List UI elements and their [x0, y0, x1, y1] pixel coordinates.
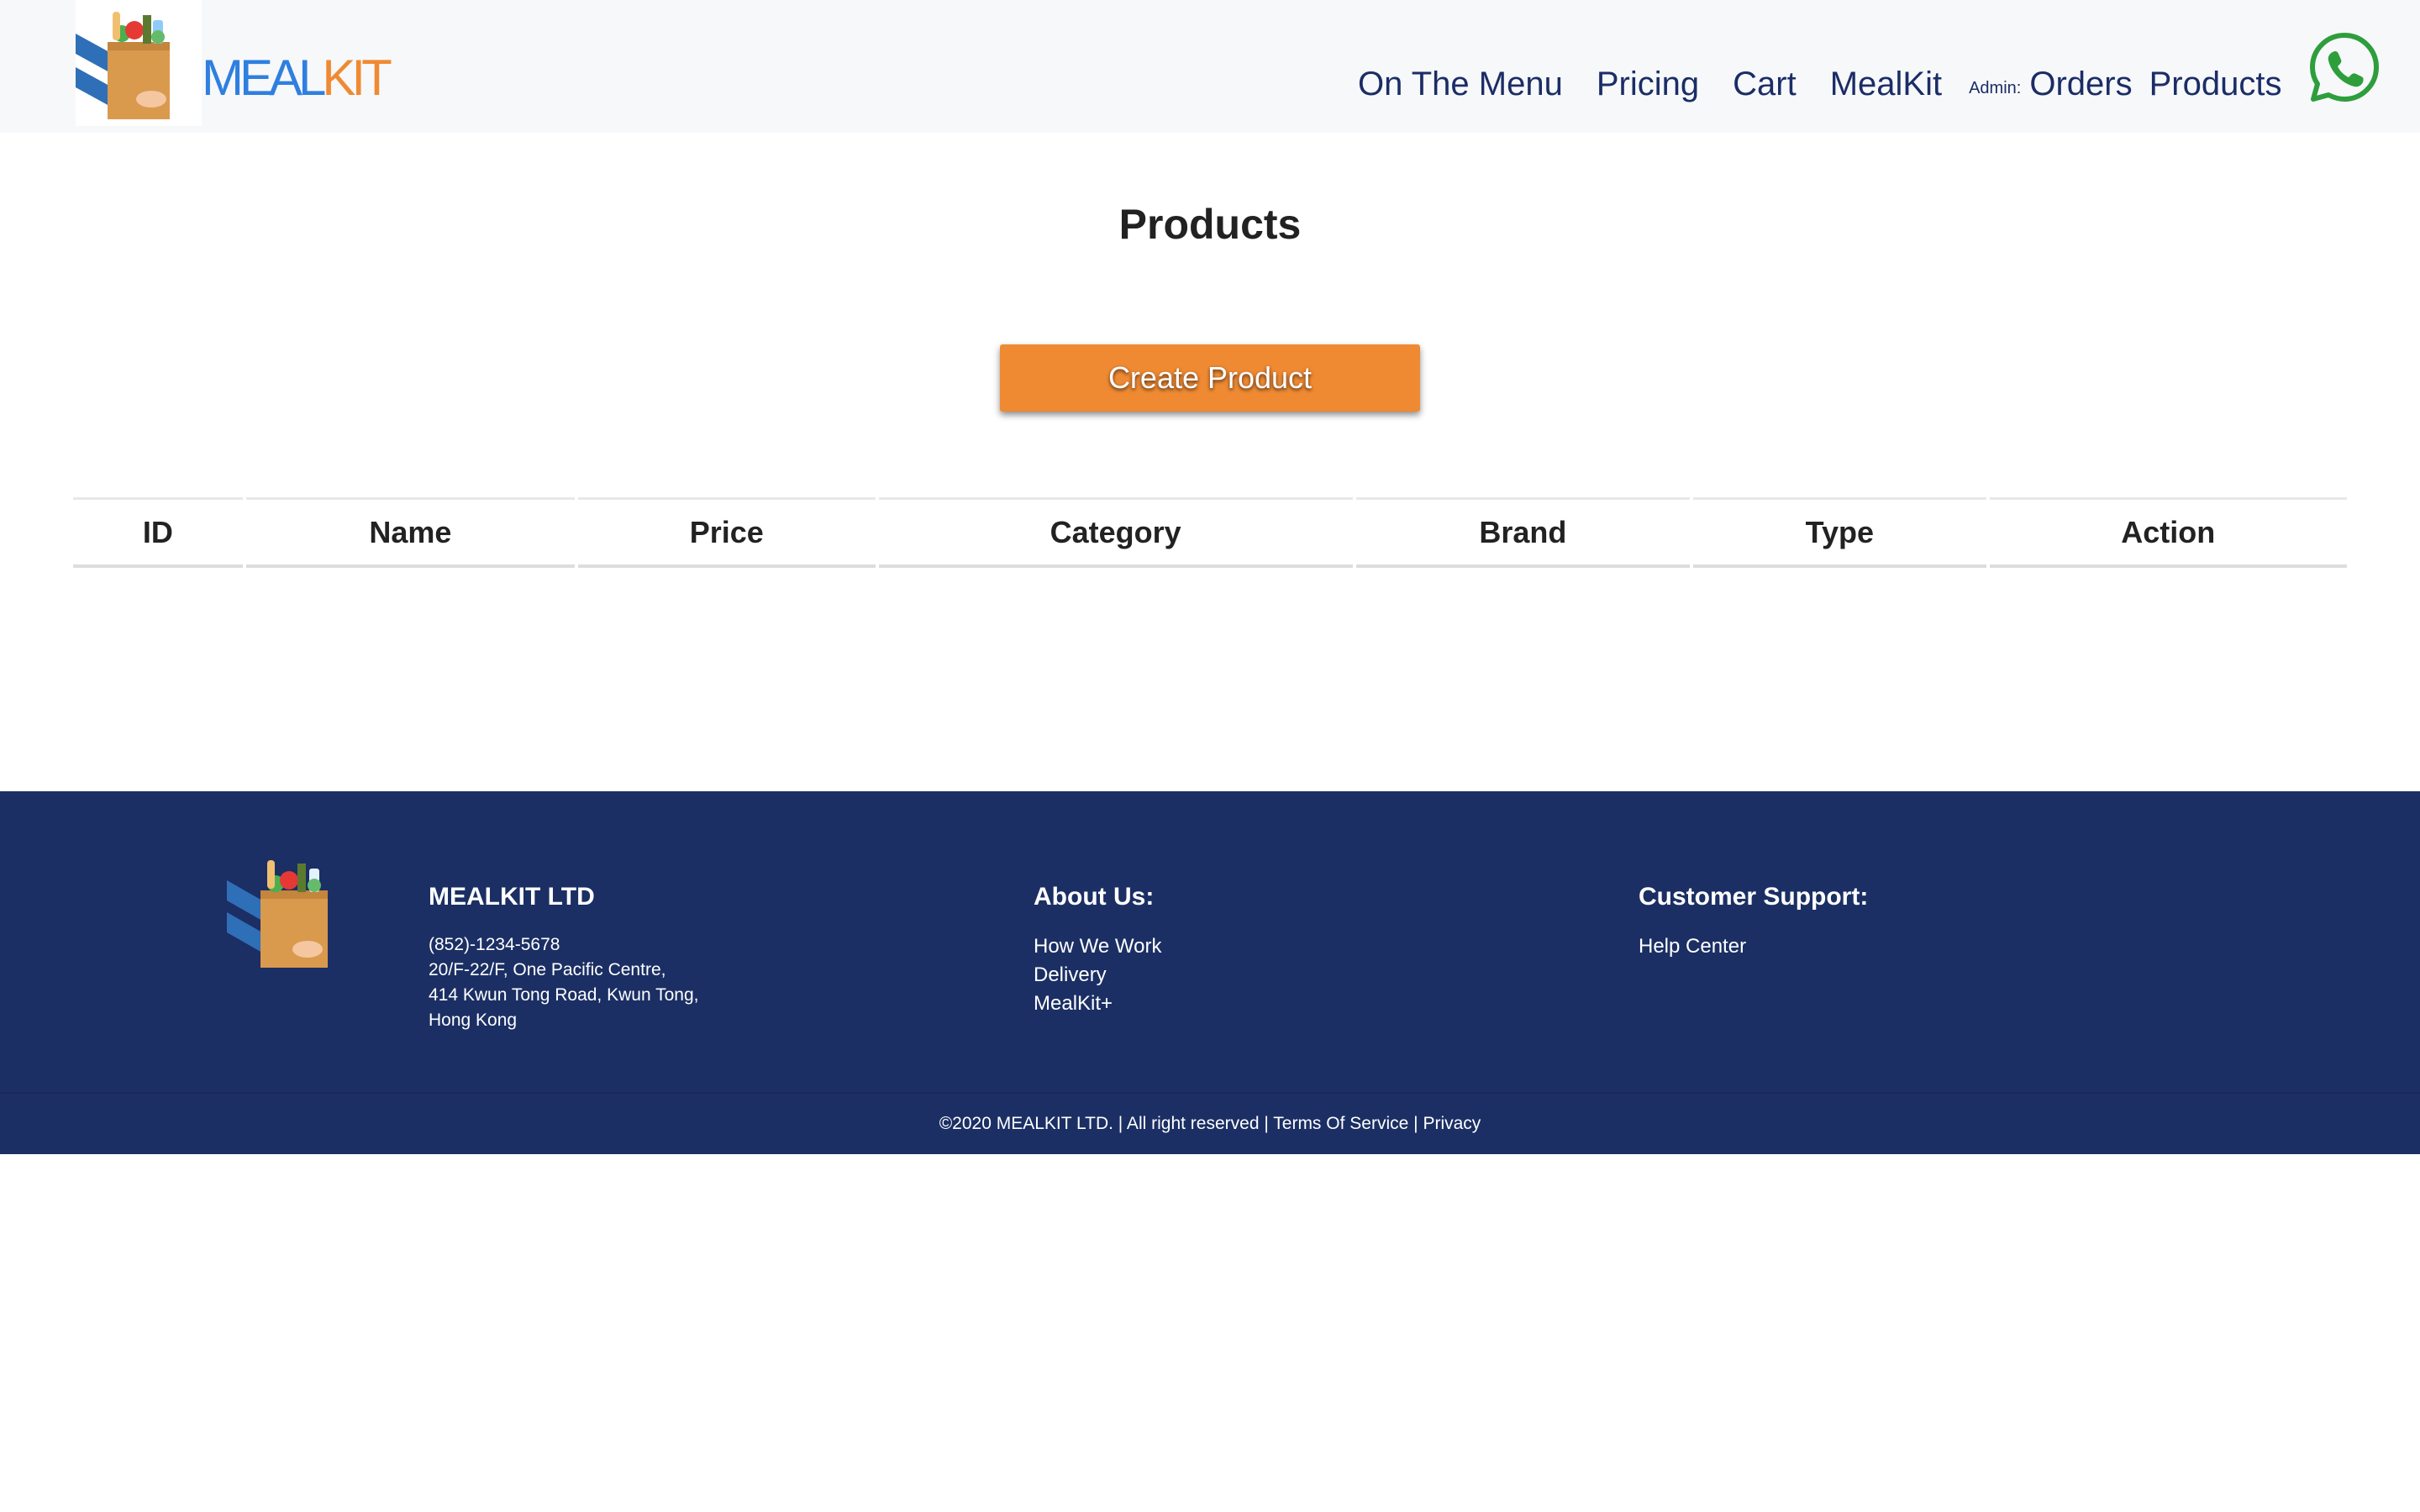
nav-products[interactable]: Products — [2149, 59, 2282, 109]
grocery-bag-icon — [227, 860, 328, 968]
footer-address-line: 20/F-22/F, One Pacific Centre, — [429, 960, 666, 979]
column-header-name[interactable]: Name — [245, 497, 576, 568]
column-header-type[interactable]: Type — [1693, 497, 1986, 568]
footer-link-mealkit-plus[interactable]: MealKit+ — [1034, 990, 1161, 1018]
column-header-id[interactable]: ID — [73, 497, 243, 568]
site-footer — [0, 791, 2420, 1092]
copyright-text: ©2020 MEALKIT LTD. | All right reserved … — [939, 1114, 1269, 1133]
column-header-price[interactable]: Price — [578, 497, 876, 568]
footer-about-links: How We Work Delivery MealKit+ — [1034, 932, 1161, 1018]
admin-label: Admin: — [1969, 79, 2022, 97]
nav-on-the-menu[interactable]: On The Menu — [1358, 59, 1563, 109]
brand-part-kit: KIT — [322, 50, 392, 106]
terms-of-service-link[interactable]: Terms Of Service — [1273, 1114, 1408, 1133]
create-product-button[interactable]: Create Product — [1000, 344, 1420, 412]
nav-cart[interactable]: Cart — [1733, 59, 1797, 109]
footer-link-how-we-work[interactable]: How We Work — [1034, 932, 1161, 961]
nav-mealkit[interactable]: MealKit — [1830, 59, 1942, 109]
footer-support-heading: Customer Support: — [1639, 883, 1869, 911]
nav-orders[interactable]: Orders — [2029, 59, 2132, 109]
page-title: Products — [1118, 201, 1302, 248]
column-header-action[interactable]: Action — [1989, 497, 2347, 568]
footer-company-name: MEALKIT LTD — [429, 883, 595, 911]
copyright-separator: | — [1413, 1114, 1418, 1133]
footer-support-links: Help Center — [1639, 932, 1868, 961]
footer-address-line: Hong Kong — [429, 1011, 518, 1030]
products-table: ID Name Price Category Brand Type Action — [70, 497, 2350, 568]
site-header: MEALKIT On The Menu Pricing Cart MealKit… — [0, 0, 2420, 133]
nav-pricing[interactable]: Pricing — [1597, 59, 1699, 109]
brand-wordmark[interactable]: MEALKIT — [202, 49, 392, 108]
footer-link-help-center[interactable]: Help Center — [1639, 932, 1868, 961]
copyright-line: ©2020 MEALKIT LTD. | All right reserved … — [0, 1110, 2420, 1137]
mealkit-logo[interactable] — [76, 0, 202, 126]
footer-logo — [220, 847, 346, 973]
footer-support: Customer Support: Help Center — [1639, 880, 1868, 961]
footer-contact: (852)-1234-5678 20/F-22/F, One Pacific C… — [429, 932, 698, 1033]
column-header-brand[interactable]: Brand — [1355, 497, 1691, 568]
main-nav: On The Menu Pricing Cart MealKit Admin: … — [1358, 59, 2281, 109]
footer-address-line: 414 Kwun Tong Road, Kwun Tong, — [429, 985, 699, 1005]
footer-about-heading: About Us: — [1034, 883, 1155, 911]
grocery-bag-icon — [76, 12, 170, 119]
privacy-link[interactable]: Privacy — [1423, 1114, 1481, 1133]
footer-about: About Us: How We Work Delivery MealKit+ — [1034, 880, 1161, 1018]
column-header-category[interactable]: Category — [878, 497, 1353, 568]
whatsapp-icon[interactable] — [2309, 32, 2380, 102]
footer-phone: (852)-1234-5678 — [429, 935, 560, 954]
table-header-row: ID Name Price Category Brand Type Action — [73, 497, 2347, 568]
footer-link-delivery[interactable]: Delivery — [1034, 961, 1161, 990]
brand-part-meal: MEAL — [202, 50, 326, 106]
footer-company: MEALKIT LTD (852)-1234-5678 20/F-22/F, O… — [429, 880, 698, 1033]
